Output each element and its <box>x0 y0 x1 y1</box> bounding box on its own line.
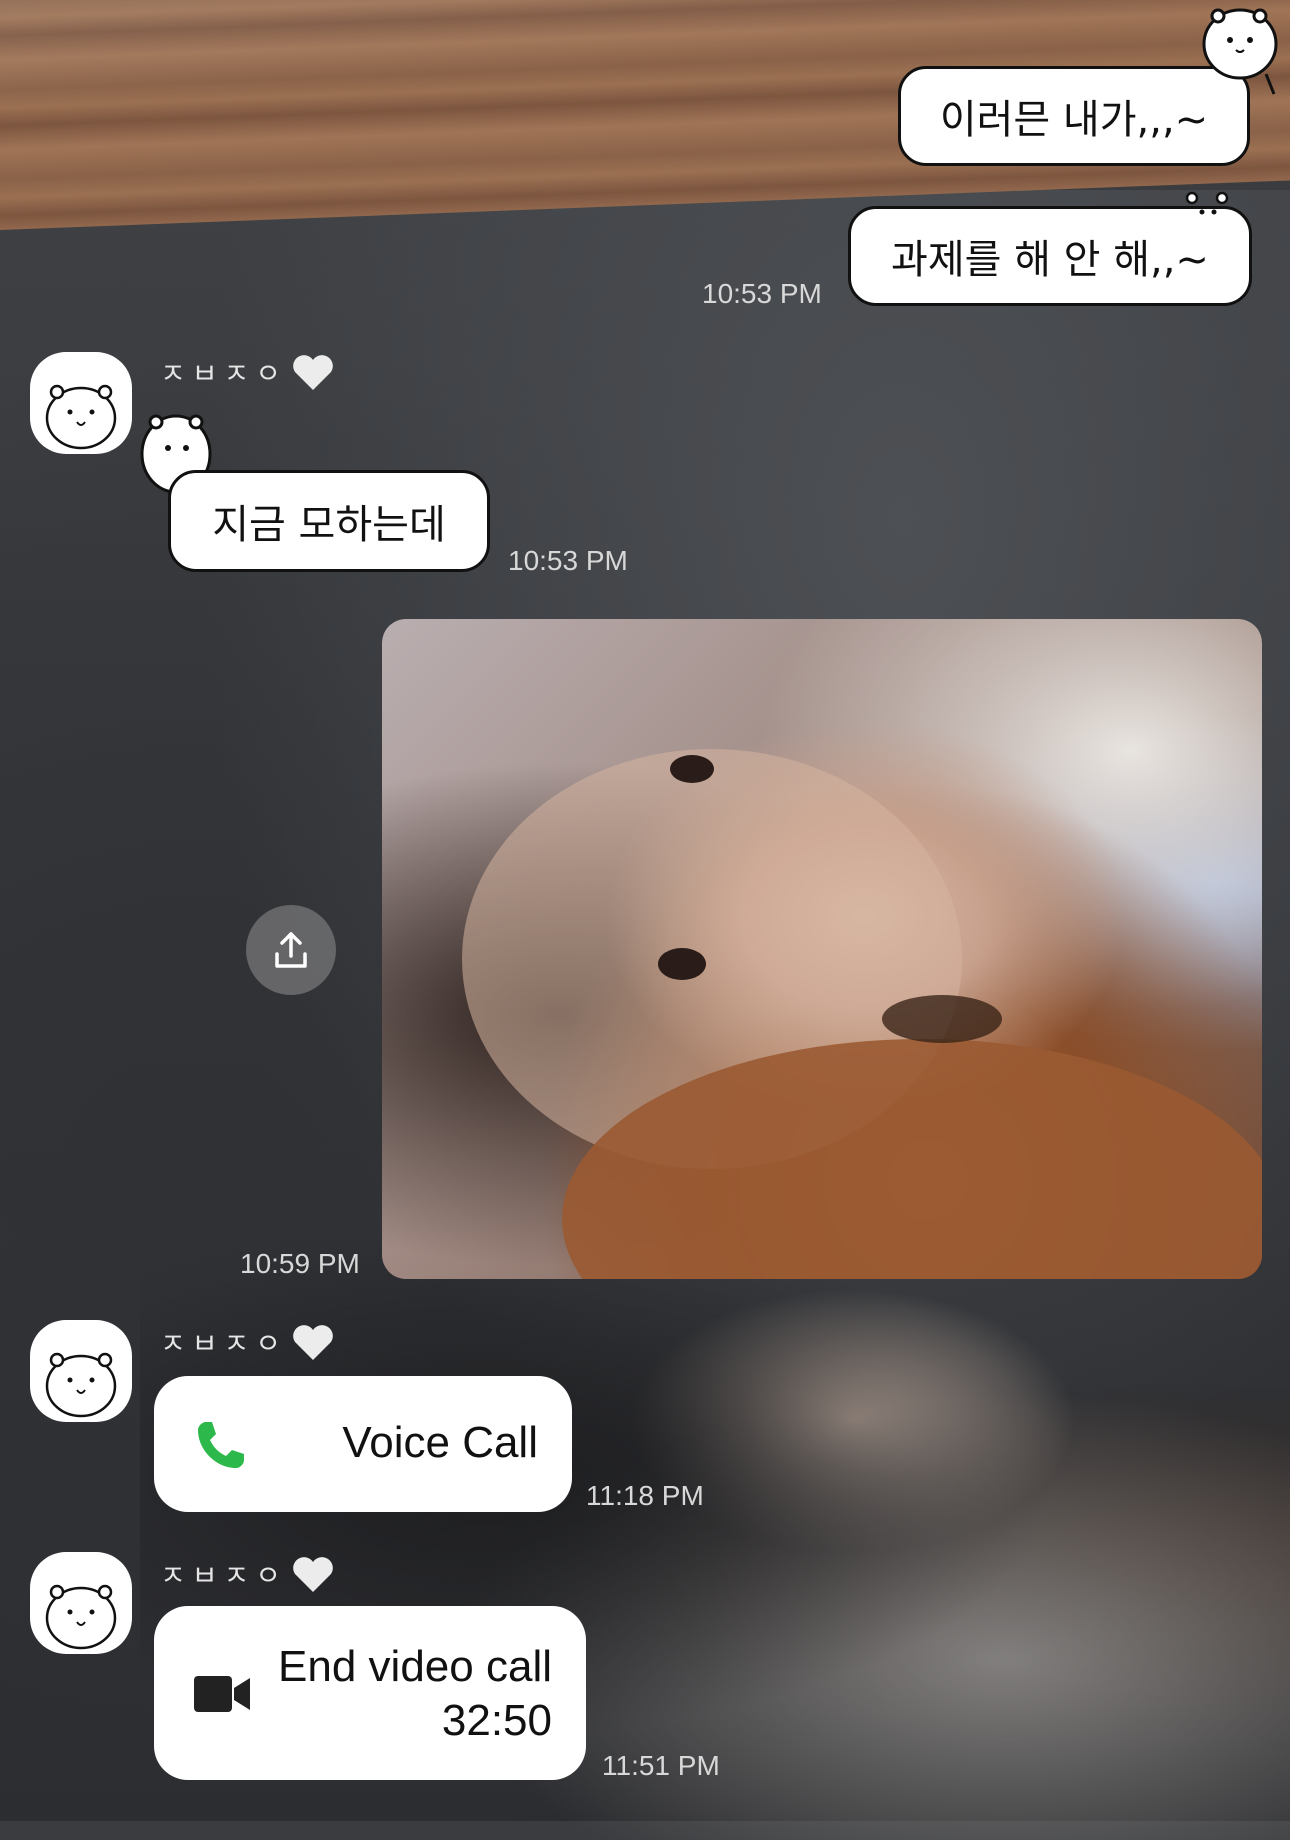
sender-name-text: ㅈㅂㅈㅇ <box>160 1559 288 1592</box>
sender-name: ㅈㅂㅈㅇ <box>160 1554 335 1594</box>
message-text: 이러믄 내가,,,~ <box>939 97 1209 143</box>
message-timestamp: 11:18 PM <box>586 1480 704 1511</box>
sender-name-text: ㅈㅂㅈㅇ <box>160 1327 288 1360</box>
share-button[interactable] <box>246 905 336 995</box>
avatar[interactable] <box>30 1552 132 1654</box>
call-label: Voice Call <box>342 1418 538 1467</box>
photo-content <box>462 749 1262 1279</box>
bear-avatar-icon <box>45 1352 117 1418</box>
bear-sticker-icon <box>1185 191 1229 215</box>
voice-call-bubble[interactable]: Voice Call <box>154 1376 572 1512</box>
call-duration: 32:50 <box>441 1696 552 1745</box>
bear-avatar-icon <box>45 384 117 450</box>
phone-icon <box>198 1422 244 1468</box>
bear-sticker-icon <box>1202 8 1278 95</box>
avatar[interactable] <box>30 1320 132 1422</box>
message-timestamp: 10:53 PM <box>702 278 822 309</box>
white-heart-icon <box>293 1557 333 1592</box>
sender-name: ㅈㅂㅈㅇ <box>160 352 335 392</box>
bear-avatar-icon <box>45 1584 117 1650</box>
incoming-message-bubble[interactable]: 지금 모하는데 <box>168 470 490 572</box>
message-timestamp: 10:59 PM <box>240 1248 360 1279</box>
call-label: End video call <box>278 1642 552 1691</box>
message-text: 지금 모하는데 <box>212 502 446 548</box>
video-camera-icon <box>194 1676 250 1712</box>
share-upload-icon <box>275 932 307 968</box>
message-timestamp: 11:51 PM <box>602 1750 720 1781</box>
white-heart-icon <box>293 355 333 390</box>
message-timestamp: 10:53 PM <box>508 545 628 576</box>
avatar[interactable] <box>30 352 132 454</box>
video-call-bubble[interactable]: End video call 32:50 <box>154 1606 586 1780</box>
sender-name: ㅈㅂㅈㅇ <box>160 1322 335 1362</box>
sender-name-text: ㅈㅂㅈㅇ <box>160 357 288 390</box>
photo-message[interactable] <box>382 619 1262 1279</box>
white-heart-icon <box>293 1325 333 1360</box>
message-text: 과제를 해 안 해,,~ <box>891 237 1209 283</box>
